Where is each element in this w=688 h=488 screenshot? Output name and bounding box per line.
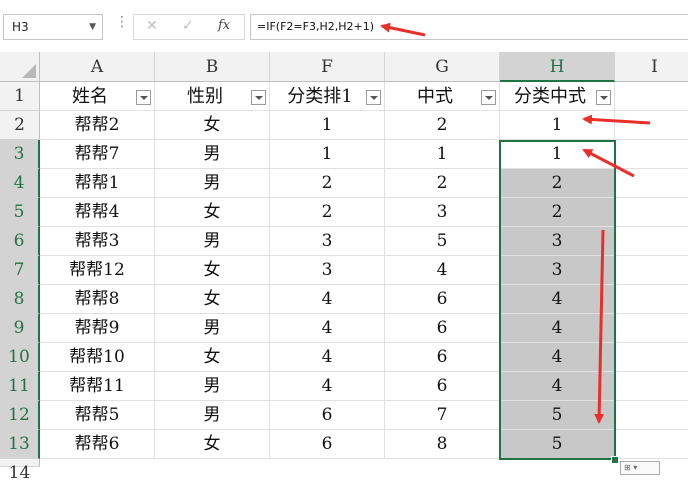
arrow-h3: [582, 148, 635, 178]
arrow-down: [594, 229, 605, 424]
arrow-h2: [582, 114, 651, 125]
arrow-formula: [380, 22, 426, 37]
annotation-arrows: [380, 22, 651, 424]
